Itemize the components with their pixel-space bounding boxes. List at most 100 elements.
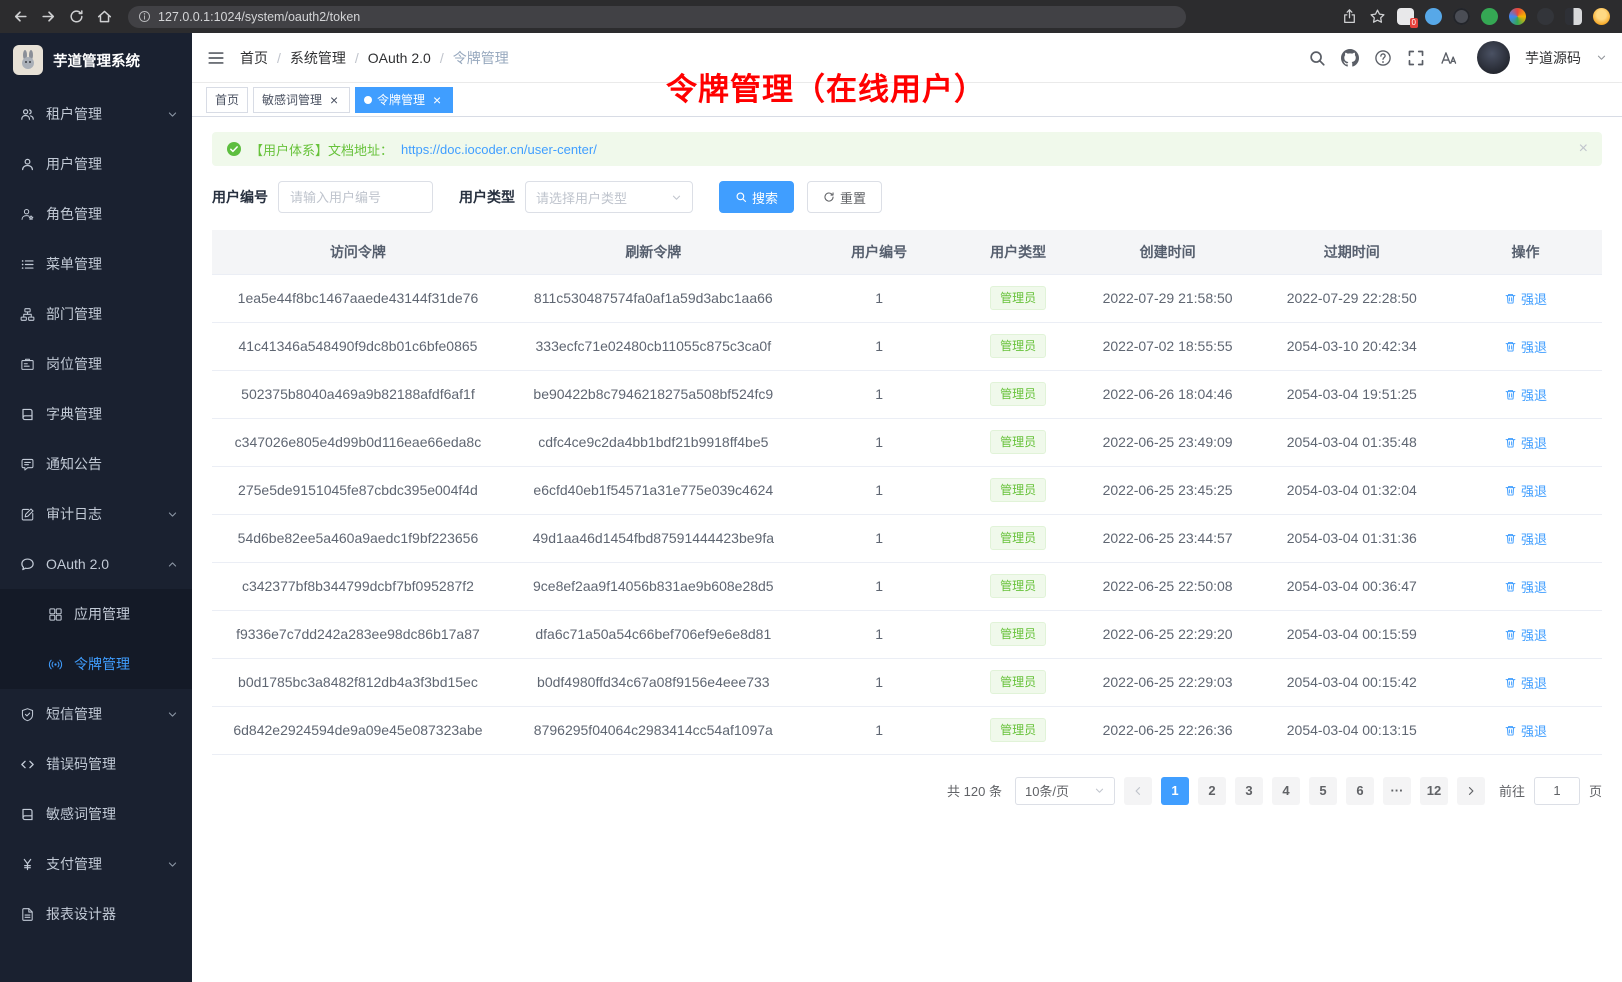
page-button[interactable]: 3 <box>1235 777 1263 805</box>
sidebar-item[interactable]: 错误码管理 <box>0 739 192 789</box>
browser-profile-avatar[interactable] <box>1593 8 1610 25</box>
home-icon[interactable] <box>96 8 113 25</box>
page-button[interactable]: 4 <box>1272 777 1300 805</box>
close-icon[interactable]: × <box>430 93 444 107</box>
force-logout-button[interactable]: 强退 <box>1504 481 1547 500</box>
breadcrumb-item[interactable]: 首页 <box>240 48 268 68</box>
sidebar-item[interactable]: 短信管理 <box>0 689 192 739</box>
sidebar-item[interactable]: 支付管理 <box>0 839 192 889</box>
goto-page-input[interactable] <box>1534 777 1580 805</box>
sidebar-item[interactable]: 用户管理 <box>0 139 192 189</box>
user-avatar[interactable] <box>1477 41 1510 74</box>
page-ellipsis[interactable]: ··· <box>1383 777 1411 805</box>
doc-alert: 【用户体系】文档地址： https://doc.iocoder.cn/user-… <box>212 132 1602 166</box>
column-header: 用户类型 <box>956 230 1081 274</box>
page-button[interactable]: 5 <box>1309 777 1337 805</box>
address-bar[interactable]: 127.0.0.1:1024/system/oauth2/token <box>128 6 1186 28</box>
force-logout-label: 强退 <box>1521 385 1547 404</box>
close-icon[interactable]: × <box>1579 141 1588 157</box>
force-logout-button[interactable]: 强退 <box>1504 529 1547 548</box>
extension-grid-icon[interactable]: 0 <box>1397 8 1414 25</box>
cell-user-id: 1 <box>803 418 956 466</box>
star-icon[interactable] <box>1369 8 1386 25</box>
chevron-left-icon <box>1132 785 1144 797</box>
breadcrumb-item[interactable]: OAuth 2.0 <box>368 50 431 66</box>
extension-blue-icon[interactable] <box>1425 8 1442 25</box>
app-logo-row[interactable]: 芋道管理系统 <box>0 33 192 87</box>
extension-paw-icon[interactable] <box>1537 8 1554 25</box>
question-icon[interactable] <box>1374 49 1392 67</box>
sidebar-item[interactable]: 角色管理 <box>0 189 192 239</box>
user-type-select[interactable]: 请选择用户类型 <box>525 181 693 213</box>
username[interactable]: 芋道源码 <box>1525 48 1581 68</box>
pager: 123456···12 <box>1161 777 1448 805</box>
sidebar-item[interactable]: 菜单管理 <box>0 239 192 289</box>
tab[interactable]: 令牌管理× <box>355 87 453 113</box>
next-page-button[interactable] <box>1457 777 1485 805</box>
prev-page-button[interactable] <box>1124 777 1152 805</box>
page-size-select[interactable]: 10条/页 <box>1015 777 1115 805</box>
force-logout-button[interactable]: 强退 <box>1504 577 1547 596</box>
github-icon[interactable] <box>1341 49 1359 67</box>
app-logo <box>13 45 43 75</box>
close-icon[interactable]: × <box>327 93 341 107</box>
page-button[interactable]: 6 <box>1346 777 1374 805</box>
sidebar-item[interactable]: 岗位管理 <box>0 339 192 389</box>
sidebar-item[interactable]: OAuth 2.0 <box>0 539 192 589</box>
sidebar-item[interactable]: 令牌管理 <box>0 639 192 689</box>
force-logout-button[interactable]: 强退 <box>1504 625 1547 644</box>
sidebar-item[interactable]: 审计日志 <box>0 489 192 539</box>
breadcrumb-item[interactable]: 系统管理 <box>290 48 346 68</box>
page-button[interactable]: 12 <box>1420 777 1448 805</box>
back-icon[interactable] <box>12 8 29 25</box>
extension-dark-icon[interactable] <box>1453 8 1470 25</box>
sidebar-item[interactable]: 应用管理 <box>0 589 192 639</box>
table-header-row: 访问令牌刷新令牌用户编号用户类型创建时间过期时间操作 <box>212 230 1602 274</box>
search-button[interactable]: 搜索 <box>719 181 794 213</box>
sidebar-item[interactable]: 部门管理 <box>0 289 192 339</box>
user-id-input[interactable] <box>278 181 433 213</box>
forward-icon[interactable] <box>40 8 57 25</box>
sidebar-item[interactable]: 通知公告 <box>0 439 192 489</box>
user-type-tag: 管理员 <box>990 430 1046 454</box>
extension-green-icon[interactable] <box>1481 8 1498 25</box>
cell-actions: 强退 <box>1449 418 1602 466</box>
search-icon[interactable] <box>1308 49 1326 67</box>
force-logout-button[interactable]: 强退 <box>1504 673 1547 692</box>
sidebar-item-label: 应用管理 <box>74 604 178 624</box>
sidebar-item[interactable]: 字典管理 <box>0 389 192 439</box>
fullscreen-icon[interactable] <box>1407 49 1425 67</box>
cell-actions: 强退 <box>1449 514 1602 562</box>
cell-refresh-token: be90422b8c7946218275a508bf524fc9 <box>504 370 803 418</box>
menu-list-icon <box>20 257 35 272</box>
sidebar-item[interactable]: 租户管理 <box>0 89 192 139</box>
force-logout-button[interactable]: 强退 <box>1504 385 1547 404</box>
user-id-label: 用户编号 <box>212 187 268 207</box>
reset-button[interactable]: 重置 <box>807 181 882 213</box>
tab[interactable]: 敏感词管理× <box>253 87 350 113</box>
cell-access-token: 6d842e2924594de9a09e45e087323abe <box>212 706 504 754</box>
page-button[interactable]: 1 <box>1161 777 1189 805</box>
force-logout-button[interactable]: 强退 <box>1504 433 1547 452</box>
page-button[interactable]: 2 <box>1198 777 1226 805</box>
table-row: 275e5de9151045fe87cbdc395e004f4de6cfd40e… <box>212 466 1602 514</box>
share-icon[interactable] <box>1341 8 1358 25</box>
dept-tree-icon <box>20 307 35 322</box>
reload-icon[interactable] <box>68 8 85 25</box>
extension-split-icon[interactable] <box>1565 8 1582 25</box>
caret-down-icon[interactable] <box>1596 52 1607 63</box>
force-logout-label: 强退 <box>1521 481 1547 500</box>
sidebar-item[interactable]: 敏感词管理 <box>0 789 192 839</box>
force-logout-button[interactable]: 强退 <box>1504 721 1547 740</box>
force-logout-button[interactable]: 强退 <box>1504 337 1547 356</box>
site-info-icon[interactable] <box>138 10 151 23</box>
force-logout-button[interactable]: 强退 <box>1504 289 1547 308</box>
cell-user-id: 1 <box>803 322 956 370</box>
tab[interactable]: 首页 <box>206 87 248 113</box>
fontsize-icon[interactable] <box>1440 49 1458 67</box>
hamburger-icon[interactable] <box>207 49 225 67</box>
alert-doc-link[interactable]: https://doc.iocoder.cn/user-center/ <box>401 142 597 157</box>
sidebar-item[interactable]: 报表设计器 <box>0 889 192 939</box>
cell-access-token: c342377bf8b344799dcbf7bf095287f2 <box>212 562 504 610</box>
extension-colorful-icon[interactable] <box>1509 8 1526 25</box>
